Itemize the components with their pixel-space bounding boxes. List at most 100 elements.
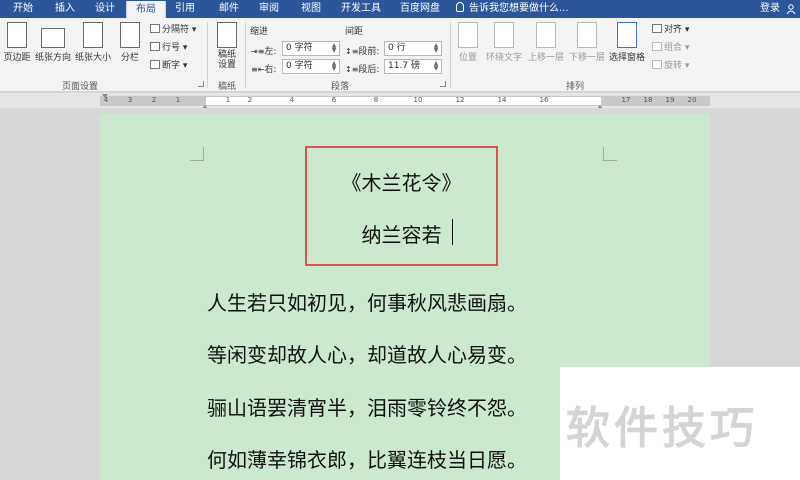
page-size-icon <box>83 22 103 48</box>
indent-left-value: 0 字符 <box>286 43 313 53</box>
poem-author[interactable]: 纳兰容若 <box>305 219 498 248</box>
tab-home[interactable]: 开始 <box>6 0 40 18</box>
spacing-before-label: ↕≡段前: <box>345 44 379 57</box>
indent-header: 缩进 <box>250 27 269 37</box>
breaks-icon <box>150 24 160 33</box>
draft-settings-button[interactable]: 稿纸 设置 <box>212 22 242 70</box>
indent-left-label: ⇥≡左: <box>251 44 276 57</box>
tab-design[interactable]: 设计 <box>88 0 122 18</box>
tab-baidu-netdisk[interactable]: 百度网盘 <box>392 0 448 18</box>
bring-forward-button[interactable]: 上移一层 <box>526 22 566 63</box>
spacing-after-value: 11.7 磅 <box>388 61 420 71</box>
hyphenation-button[interactable]: 断字 ▾ <box>150 59 187 73</box>
first-line-indent-handle[interactable] <box>102 94 108 98</box>
ruler-number: 6 <box>331 96 337 104</box>
ruler-number: 20 <box>687 96 697 104</box>
ruler-number: 1 <box>225 96 231 104</box>
poem-line[interactable]: 人生若只如初见，何事秋风悲画扇。 <box>207 287 527 316</box>
paragraph-group-label: 段落 <box>330 82 349 92</box>
poem-line[interactable]: 骊山语罢清宵半，泪雨零铃终不怨。 <box>207 392 527 421</box>
line-numbers-button[interactable]: 行号 ▾ <box>150 41 187 55</box>
position-button[interactable]: 位置 <box>454 22 482 63</box>
ruler-number: 4 <box>289 96 295 104</box>
spinner-arrows-icon[interactable]: ▲ ▼ <box>330 61 338 72</box>
rotate-icon <box>652 60 662 69</box>
spacing-before-label-text: 段前: <box>358 47 380 57</box>
tab-mailings[interactable]: 邮件 <box>212 0 246 18</box>
spinner-arrows-icon[interactable]: ▲ ▼ <box>330 43 338 54</box>
send-backward-button[interactable]: 下移一层 <box>567 22 607 63</box>
poem-line[interactable]: 等闲变却故人心，却道故人心易变。 <box>207 339 527 368</box>
tab-view[interactable]: 视图 <box>294 0 328 18</box>
breaks-button[interactable]: 分隔符 ▾ <box>150 23 196 37</box>
margins-button[interactable]: 页边距 <box>2 22 32 63</box>
indent-left-icon: ⇥≡ <box>251 47 265 56</box>
draft-settings-label: 稿纸 设置 <box>217 50 236 70</box>
tell-me-search[interactable]: 告诉我您想要做什么... <box>456 0 569 18</box>
watermark-text: 软件技巧 <box>566 403 758 454</box>
poem-title[interactable]: 《木兰花令》 <box>305 167 498 196</box>
tab-review[interactable]: 审阅 <box>252 0 286 18</box>
arrange-group-label: 排列 <box>565 82 584 92</box>
send-backward-icon <box>577 22 597 48</box>
wrap-text-icon <box>494 22 514 48</box>
group-icon <box>652 42 662 51</box>
separator <box>450 22 451 88</box>
draft-paper-icon <box>217 22 237 48</box>
size-label: 纸张大小 <box>74 53 111 63</box>
ruler-number: 17 <box>621 96 631 104</box>
spinner-arrows-icon[interactable]: ▲ ▼ <box>432 61 440 72</box>
tab-layout[interactable]: 布局 <box>126 1 166 18</box>
columns-label: 分栏 <box>120 53 139 63</box>
ruler-number: 19 <box>665 96 675 104</box>
indent-left-input[interactable]: 0 字符 ▲ ▼ <box>282 41 340 56</box>
align-label: 对齐 <box>664 25 683 35</box>
indent-right-label: ≡⇤右: <box>251 62 276 75</box>
orientation-icon <box>41 28 65 48</box>
indent-left-label-text: 左: <box>264 47 277 57</box>
spacing-after-label: ↕≡段后: <box>345 62 379 75</box>
margins-icon <box>7 22 27 48</box>
line-numbers-icon <box>150 42 160 51</box>
page-setup-launcher-icon[interactable] <box>198 81 204 87</box>
indent-right-input[interactable]: 0 字符 ▲ ▼ <box>282 59 340 74</box>
columns-button[interactable]: 分栏 <box>116 22 144 63</box>
columns-icon <box>120 22 140 48</box>
position-label: 位置 <box>458 53 477 63</box>
position-icon <box>458 22 478 48</box>
paragraph-launcher-icon[interactable] <box>440 81 446 87</box>
login-link[interactable]: 登录 <box>760 0 780 18</box>
ribbon-tab-bar: 开始 插入 设计 布局 引用 邮件 审阅 视图 开发工具 百度网盘 告诉我您想要… <box>0 0 800 18</box>
orientation-button[interactable]: 纸张方向 <box>34 22 72 63</box>
spinner-arrows-icon[interactable]: ▲ ▼ <box>432 43 440 54</box>
indent-right-icon: ≡⇤ <box>251 65 265 74</box>
size-button[interactable]: 纸张大小 <box>74 22 112 63</box>
indent-right-label-text: 右: <box>264 65 277 75</box>
horizontal-ruler[interactable]: 4 3 2 1 1 2 4 6 8 10 12 14 16 17 18 19 2… <box>100 96 710 106</box>
indent-right-value: 0 字符 <box>286 61 313 71</box>
selection-pane-button[interactable]: 选择窗格 <box>607 22 647 63</box>
user-icon[interactable] <box>786 4 796 14</box>
rotate-button[interactable]: 旋转 ▾ <box>652 59 689 73</box>
ruler-number: 3 <box>127 96 133 104</box>
group-button[interactable]: 组合 ▾ <box>652 41 689 55</box>
spacing-after-input[interactable]: 11.7 磅 ▲ ▼ <box>384 59 442 74</box>
rotate-label: 旋转 <box>664 61 683 71</box>
ruler-number: 2 <box>247 96 253 104</box>
ruler-number: 18 <box>643 96 653 104</box>
crop-mark-top-left <box>190 147 204 161</box>
spacing-before-icon: ↕≡ <box>345 47 359 56</box>
tab-developer[interactable]: 开发工具 <box>336 0 386 18</box>
spacing-after-icon: ↕≡ <box>345 65 359 74</box>
draft-group-label: 稿纸 <box>217 82 236 92</box>
poem-line[interactable]: 何如薄幸锦衣郎，比翼连枝当日愿。 <box>207 444 527 473</box>
wrap-text-button[interactable]: 环绕文字 <box>484 22 524 63</box>
spacing-before-value: 0 行 <box>388 43 406 53</box>
page-setup-group-label: 页面设置 <box>61 82 98 92</box>
align-button[interactable]: 对齐 ▾ <box>652 23 689 37</box>
selection-pane-label: 选择窗格 <box>608 53 645 63</box>
ruler-number: 14 <box>497 96 507 104</box>
tab-insert[interactable]: 插入 <box>48 0 82 18</box>
spacing-before-input[interactable]: 0 行 ▲ ▼ <box>384 41 442 56</box>
tab-references[interactable]: 引用 <box>168 0 202 18</box>
